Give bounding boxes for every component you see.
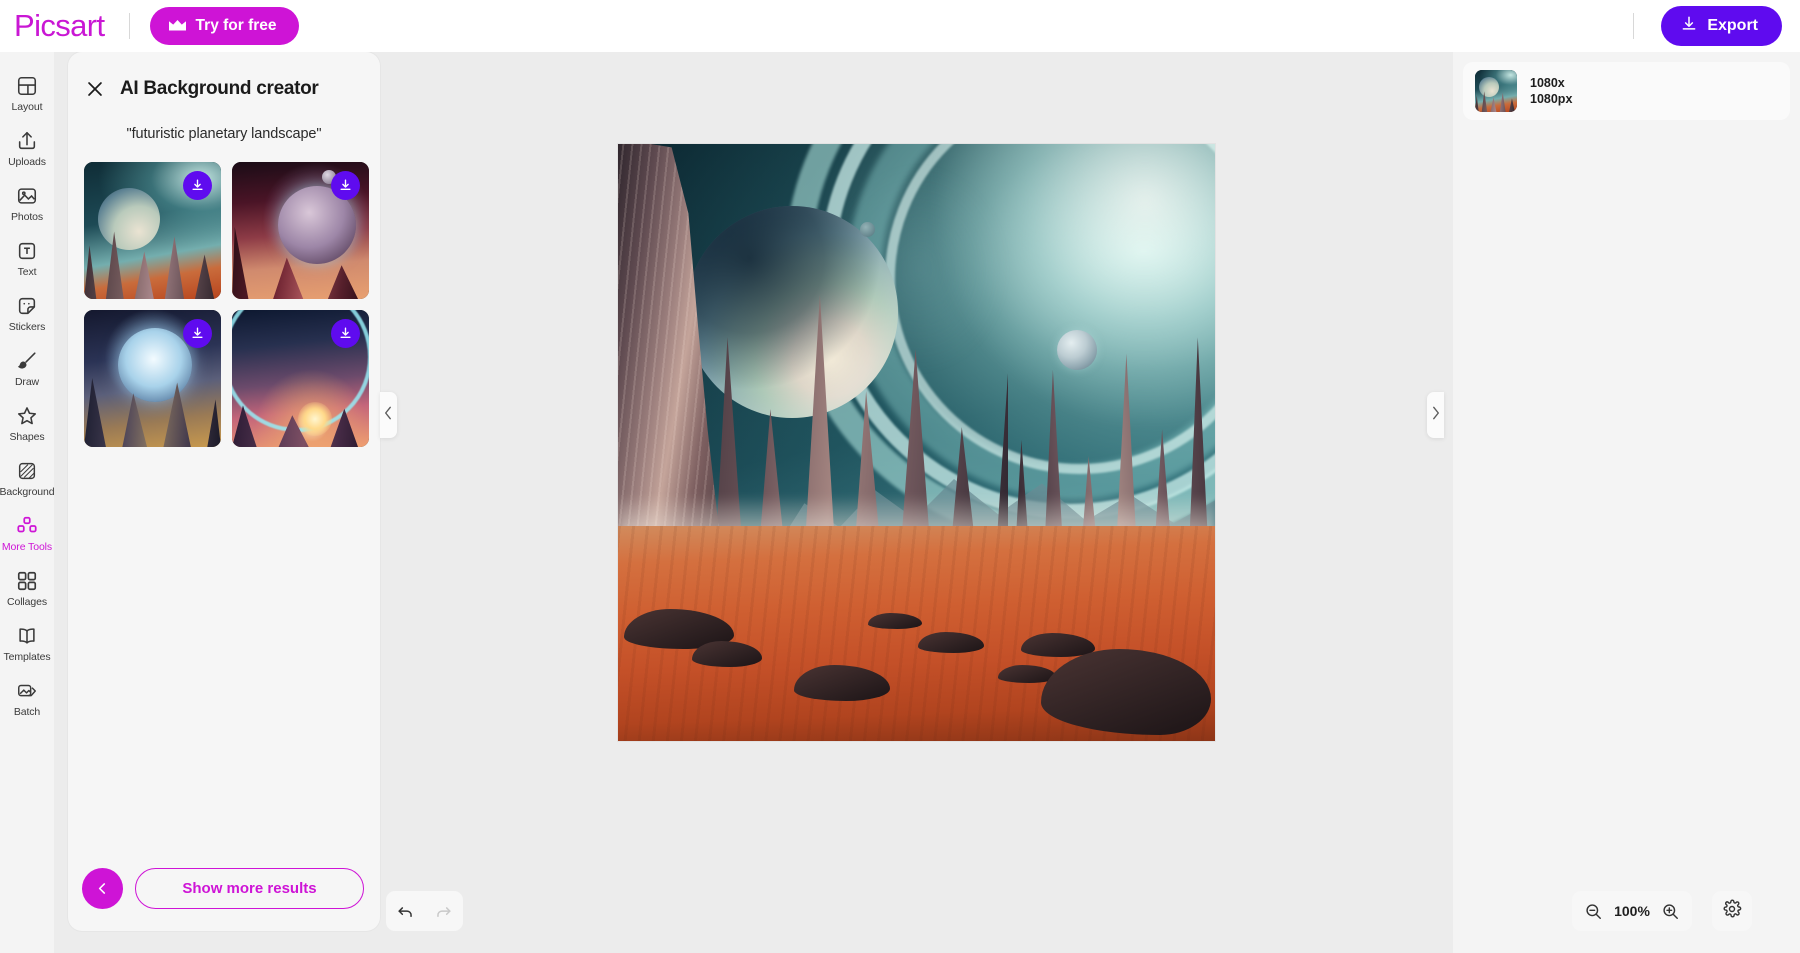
sidebar-item-batch[interactable]: Batch [0, 671, 54, 726]
zoom-controls: 100% [1572, 891, 1692, 931]
layer-dimensions: 1080x 1080px [1530, 75, 1572, 108]
ai-background-creator-panel: AI Background creator "futuristic planet… [68, 52, 380, 931]
collage-icon [16, 570, 38, 592]
download-result-button[interactable] [331, 171, 360, 200]
thumbnail-art [1475, 70, 1517, 112]
result-thumbnail[interactable] [84, 310, 221, 447]
history-controls [386, 891, 463, 931]
sidebar-label: Templates [3, 650, 51, 663]
left-sidebar: Layout Uploads Photos Text Stickers Draw… [0, 52, 55, 953]
undo-icon[interactable] [396, 902, 415, 921]
sidebar-item-uploads[interactable]: Uploads [0, 121, 54, 176]
glow-layer [935, 144, 1215, 424]
sidebar-label: Text [17, 265, 37, 278]
results-grid [68, 142, 380, 447]
gear-icon [1722, 899, 1742, 924]
layers-panel: 1080x 1080px [1453, 52, 1800, 953]
sidebar-label: Batch [13, 705, 41, 718]
zoom-level[interactable]: 100% [1613, 903, 1651, 919]
sidebar-label: Background [0, 485, 55, 498]
batch-icon [16, 680, 38, 702]
download-result-button[interactable] [331, 319, 360, 348]
template-icon [16, 625, 38, 647]
star-icon [16, 405, 38, 427]
sidebar-item-collages[interactable]: Collages [0, 561, 54, 616]
back-button[interactable] [82, 868, 123, 909]
sun-shape [298, 402, 332, 436]
sidebar-item-photos[interactable]: Photos [0, 176, 54, 231]
divider [128, 13, 130, 39]
sidebar-label: Draw [14, 375, 40, 388]
layer-dimensions-line2: 1080px [1530, 92, 1573, 106]
layer-thumbnail [1475, 70, 1517, 112]
zoom-out-icon[interactable] [1584, 902, 1603, 921]
layout-icon [16, 75, 38, 97]
sidebar-label: Stickers [8, 320, 46, 333]
prompt-text: "futuristic planetary landscape" [126, 126, 322, 142]
canvas-area[interactable] [397, 52, 1453, 953]
background-icon [16, 460, 38, 482]
settings-button[interactable] [1712, 891, 1752, 931]
show-more-results-button[interactable]: Show more results [135, 868, 364, 909]
redo-icon[interactable] [434, 902, 453, 921]
sidebar-item-shapes[interactable]: Shapes [0, 396, 54, 451]
upload-icon [16, 130, 38, 152]
collapse-left-panel-handle[interactable] [380, 392, 397, 438]
sidebar-label: Photos [10, 210, 44, 223]
tiny-moon [860, 222, 875, 237]
try-for-free-button[interactable]: Try for free [149, 7, 299, 45]
sidebar-item-more-tools[interactable]: More Tools [0, 506, 54, 561]
try-for-free-label: Try for free [195, 17, 277, 34]
result-thumbnail[interactable] [232, 162, 369, 299]
photo-icon [16, 185, 38, 207]
divider-right [1633, 13, 1635, 39]
zoom-in-icon[interactable] [1661, 902, 1680, 921]
picsart-logo[interactable]: Picsart [14, 8, 105, 44]
planet-shape [1479, 77, 1499, 97]
result-thumbnail[interactable] [84, 162, 221, 299]
canvas-artwork [618, 144, 1215, 741]
download-result-button[interactable] [183, 319, 212, 348]
top-bar: Picsart Try for free Export [0, 0, 1800, 52]
sidebar-label: Layout [11, 100, 43, 113]
sidebar-item-templates[interactable]: Templates [0, 616, 54, 671]
layer-dimensions-line1: 1080x [1530, 75, 1565, 90]
close-icon[interactable] [84, 78, 106, 100]
sticker-icon [16, 295, 38, 317]
sidebar-item-background[interactable]: Background [0, 451, 55, 506]
panel-header: AI Background creator [68, 52, 380, 100]
layer-item[interactable]: 1080x 1080px [1463, 62, 1790, 120]
export-label: Export [1707, 17, 1758, 34]
panel-footer: Show more results [68, 868, 380, 909]
sidebar-label: Uploads [8, 155, 46, 168]
sidebar-item-stickers[interactable]: Stickers [0, 286, 54, 341]
chevron-left-icon [384, 406, 393, 425]
chevron-right-icon [1431, 406, 1440, 425]
brush-icon [16, 350, 38, 372]
text-icon [16, 240, 38, 262]
picsart-editor: Picsart Try for free Export Layout Uploa… [0, 0, 1800, 953]
sidebar-label: Shapes [9, 430, 45, 443]
download-icon [1680, 15, 1698, 38]
sidebar-item-text[interactable]: Text [0, 231, 54, 286]
more-tools-icon [16, 515, 38, 537]
download-result-button[interactable] [183, 171, 212, 200]
export-button[interactable]: Export [1661, 6, 1782, 46]
sidebar-label: Collages [6, 595, 48, 608]
small-moon [1057, 330, 1097, 370]
sidebar-item-layout[interactable]: Layout [0, 66, 54, 121]
panel-title: AI Background creator [120, 78, 319, 99]
result-thumbnail[interactable] [232, 310, 369, 447]
sidebar-item-draw[interactable]: Draw [0, 341, 54, 396]
planet-shape [98, 188, 160, 250]
collapse-right-panel-handle[interactable] [1427, 392, 1444, 438]
crown-icon [168, 19, 187, 33]
sidebar-label: More Tools [1, 540, 53, 553]
planet-shape [118, 328, 192, 402]
large-planet [686, 206, 898, 418]
artboard[interactable] [618, 144, 1215, 741]
